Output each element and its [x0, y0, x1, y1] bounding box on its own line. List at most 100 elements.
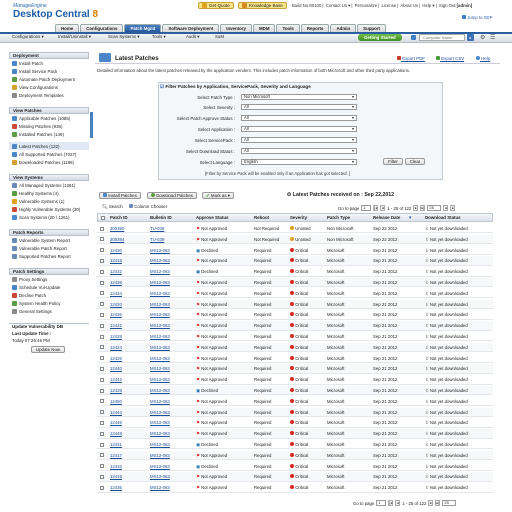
sidebar-item-proxy-settings[interactable]: Proxy Settings	[9, 275, 89, 283]
cell-bulletin-id[interactable]: MS12-063	[150, 280, 170, 285]
tab-home[interactable]: Home	[55, 24, 80, 32]
cell-patch-id[interactable]: 12428	[110, 334, 122, 339]
row-checkbox[interactable]	[100, 377, 104, 382]
cell-patch-id[interactable]: 12432	[110, 269, 122, 274]
menu-install-uninstall[interactable]: Install/Uninstall ▾	[58, 34, 91, 40]
page-prev-button[interactable]: ◂	[443, 205, 449, 211]
cell-bulletin-id[interactable]: MS12-063	[150, 323, 170, 328]
update-now-button[interactable]: Update Now	[31, 346, 65, 353]
row-checkbox[interactable]	[100, 410, 104, 415]
first-page-button[interactable]: |◂	[373, 205, 379, 211]
language-select[interactable]: English	[241, 159, 357, 165]
sidebar-item-automate-patch[interactable]: Automate Patch Deployment	[9, 75, 89, 83]
cell-patch-id[interactable]: 12418	[110, 258, 122, 263]
sidebar-item-schedule-vul-update[interactable]: Schedule Vul-Update	[9, 283, 89, 291]
prev-page-button[interactable]: ◂	[380, 205, 386, 211]
cell-patch-id[interactable]: 12430	[110, 248, 122, 253]
col-approve-status[interactable]: Approve Status	[196, 215, 228, 220]
prev-page-button[interactable]: ◂	[395, 500, 401, 506]
last-page-button[interactable]: ▸|	[420, 205, 426, 211]
row-checkbox[interactable]	[100, 399, 104, 404]
computer-name-search-input[interactable]	[419, 34, 465, 41]
page-input[interactable]: 1	[361, 205, 372, 211]
patch-type-select[interactable]: Non Microsoft	[241, 94, 357, 100]
cell-patch-id[interactable]: 12442	[110, 377, 122, 382]
per-page-select[interactable]: 25	[427, 205, 442, 211]
cell-patch-id[interactable]: 12422	[110, 323, 122, 328]
cell-bulletin-id[interactable]: MS12-063	[150, 410, 170, 415]
cell-bulletin-id[interactable]: MS12-063	[150, 442, 170, 447]
row-checkbox[interactable]	[100, 420, 104, 425]
row-checkbox[interactable]	[100, 485, 104, 490]
sidebar-item-view-configurations[interactable]: View Configurations	[9, 83, 89, 91]
row-checkbox[interactable]	[100, 464, 104, 469]
help-link[interactable]: Help ▾	[422, 3, 434, 8]
table-row[interactable]: 12430 MS12-063 ▣ Declined Required Critical…	[97, 246, 493, 255]
cell-bulletin-id[interactable]: MS12-063	[150, 388, 170, 393]
row-checkbox[interactable]	[100, 226, 104, 231]
menu-configurations[interactable]: Configurations ▾	[12, 34, 44, 40]
cell-bulletin-id[interactable]: MS12-063	[150, 485, 170, 490]
next-page-button[interactable]: ▸	[428, 500, 434, 506]
approve-status-select[interactable]: All	[241, 115, 357, 121]
tab-reports[interactable]: Reports	[300, 24, 330, 32]
cell-bulletin-id[interactable]: MS12-063	[150, 302, 170, 307]
search-icon[interactable]	[411, 35, 416, 40]
cell-patch-id[interactable]: 12436	[110, 312, 122, 317]
table-row[interactable]: 12418 MS12-063 ⚑ Not Approved Required Crit…	[97, 256, 493, 266]
sort-desc-icon[interactable]: ▼	[408, 215, 412, 220]
table-row[interactable]: 12436 MS12-063 ⚑ Not Approved Required Crit…	[97, 310, 493, 320]
cell-bulletin-id[interactable]: MS12-063	[150, 377, 170, 382]
table-row[interactable]: 12438 MS12-063 ⚑ Not Approved Required Crit…	[97, 278, 493, 288]
get-quote-button[interactable]: Get Quote	[198, 2, 234, 9]
cell-patch-id[interactable]: 12420	[110, 302, 122, 307]
download-patches-button[interactable]: Download Patches	[147, 192, 197, 199]
cell-patch-id[interactable]: 12438	[110, 280, 122, 285]
sidebar-item-scan-systems[interactable]: Scan Systems (20 / 1261)	[9, 213, 89, 221]
severity-select[interactable]: All	[241, 104, 357, 110]
row-checkbox[interactable]	[100, 258, 104, 263]
col-patch-type[interactable]: Patch Type	[327, 215, 350, 220]
cell-bulletin-id[interactable]: MS12-063	[150, 334, 170, 339]
sidebar-item-downloaded-patches[interactable]: Downloaded Patches (1186)	[9, 158, 89, 166]
cell-patch-id[interactable]: 300394	[110, 237, 124, 242]
export-csv-link[interactable]: Export CSV	[436, 56, 464, 61]
menu-som[interactable]: SoM	[215, 34, 224, 39]
license-link[interactable]: License	[381, 3, 396, 8]
tab-tools[interactable]: Tools	[276, 24, 300, 32]
table-row[interactable]: 12426 MS12-063 ⚑ Not Approved Required Crit…	[97, 354, 493, 363]
menu-audit[interactable]: Audit ▾	[186, 34, 199, 40]
sidebar-item-decline-patch[interactable]: Decline Patch	[9, 291, 89, 299]
table-row[interactable]: 12440 MS12-063 ⚑ Not Approved Required Crit…	[97, 364, 493, 374]
sidebar-item-install-patch[interactable]: Install Patch	[9, 59, 89, 67]
sidebar-item-installed-patches[interactable]: Installed Patches (149)	[9, 130, 89, 138]
row-checkbox[interactable]	[100, 366, 104, 371]
cell-bulletin-id[interactable]: MS12-063	[150, 399, 170, 404]
row-checkbox[interactable]	[100, 431, 104, 436]
cell-patch-id[interactable]: 12446	[110, 420, 122, 425]
tab-software-deployment[interactable]: Software Deployment	[162, 24, 220, 32]
table-row[interactable]: 12444 MS12-063 ⚑ Not Approved Required Crit…	[97, 407, 493, 417]
column-chooser-button[interactable]: Column Chooser	[126, 204, 170, 211]
page-next-button[interactable]: ▸	[450, 205, 456, 211]
brand-logo[interactable]: Desktop Central 8	[13, 9, 98, 20]
sidebar-item-deployment-templates[interactable]: Deployment Templates	[9, 91, 89, 99]
col-patch-id[interactable]: Patch ID	[110, 215, 128, 220]
cell-patch-id[interactable]: 12434	[110, 291, 122, 296]
cell-patch-id[interactable]: 12431	[110, 442, 122, 447]
getting-started-button[interactable]: Getting Started	[358, 34, 402, 41]
cell-bulletin-id[interactable]: MS12-063	[150, 366, 170, 371]
sidebar-item-general-settings[interactable]: General Settings	[9, 307, 89, 315]
cell-patch-id[interactable]: 12450	[110, 399, 122, 404]
row-checkbox[interactable]	[100, 453, 104, 458]
table-row[interactable]: 12417 MS12-063 ⚑ Not Approved Required Crit…	[97, 450, 493, 461]
filter-header[interactable]: ☑ Filter Patches by Application, Service…	[160, 84, 311, 90]
row-checkbox[interactable]	[100, 269, 104, 274]
table-row[interactable]: 12448 MS12-063 ⚑ Not Approved Required Crit…	[97, 429, 493, 439]
mark-as-button[interactable]: ✔ Mark as ▾	[202, 192, 234, 199]
export-pdf-link[interactable]: Export PDF	[397, 56, 425, 61]
tab-configurations[interactable]: Configurations	[80, 24, 124, 32]
next-page-button[interactable]: ▸	[413, 205, 419, 211]
sidebar-item-vulnerable-system-report[interactable]: Vulnerable System Report	[9, 236, 89, 244]
cell-patch-id[interactable]: 12417	[110, 453, 122, 458]
